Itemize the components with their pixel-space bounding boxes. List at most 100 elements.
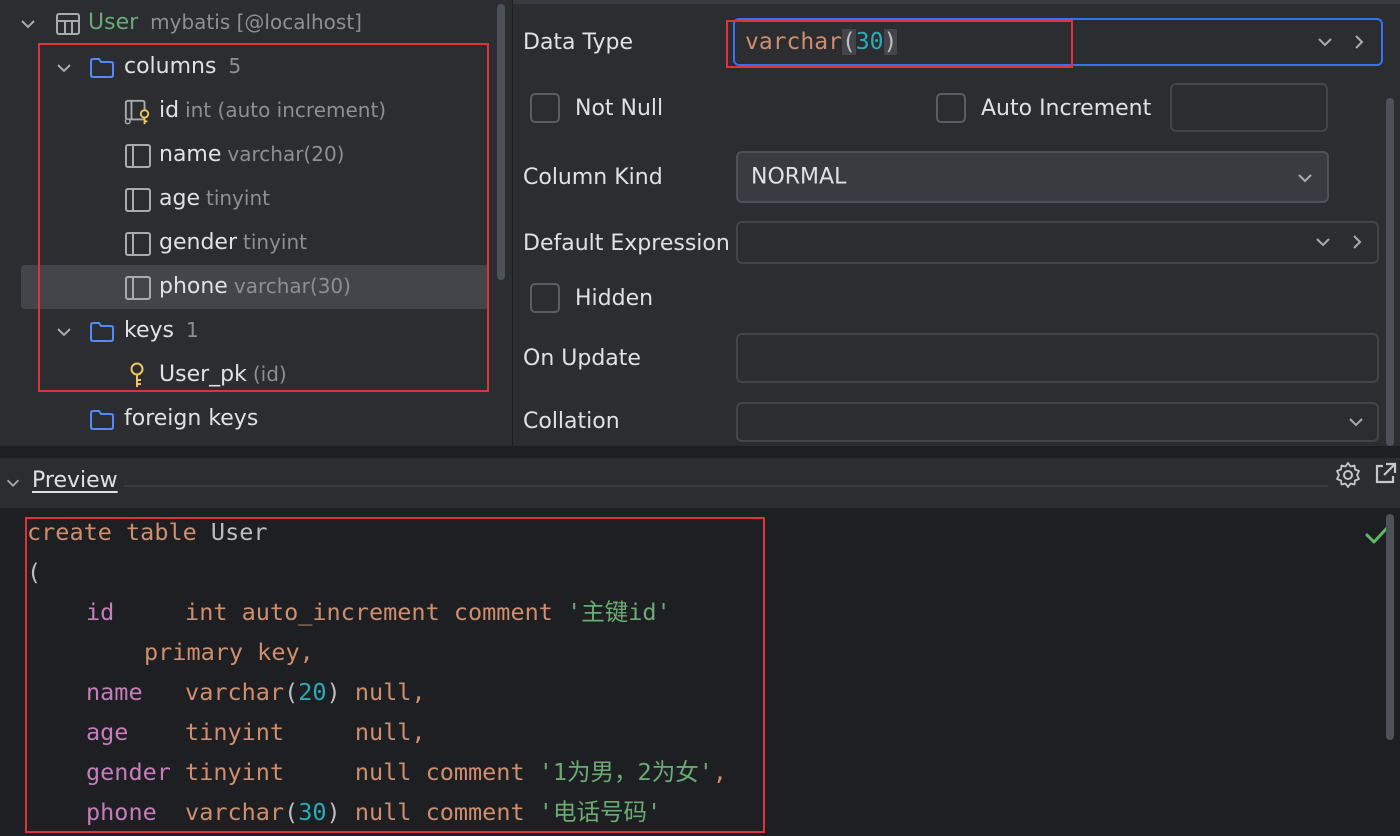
chevron-right-icon[interactable] (1347, 232, 1367, 252)
keys-count: 1 (185, 318, 199, 342)
column-kind-value: NORMAL (751, 164, 847, 190)
tree-node-column-phone[interactable]: phone varchar(30) (21, 265, 489, 309)
column-icon (125, 232, 151, 256)
column-type: varchar(30) (233, 274, 351, 298)
tree-node-foreign-keys[interactable]: foreign keys (0, 398, 490, 442)
preview-divider (124, 485, 1328, 487)
tree-node-table-user[interactable]: User mybatis [@localhost] (0, 2, 490, 46)
tree-node-key-user-pk[interactable]: User_pk (id) (0, 354, 490, 398)
data-type-value: varchar(30) (745, 29, 898, 55)
code-line-7: gender tinyint null comment '1为男，2为女', (86, 752, 727, 792)
code-token: ( (284, 678, 299, 706)
code-token: create table (27, 518, 197, 546)
code-token: varchar (185, 678, 285, 706)
not-null-checkbox[interactable] (530, 93, 560, 123)
tree-node-column-name[interactable]: name varchar(20) (0, 134, 490, 178)
column-label: phone varchar(30) (159, 274, 351, 299)
chevron-down-icon[interactable] (18, 14, 38, 34)
code-token: tinyint null (185, 718, 412, 746)
columns-folder-label: columns 5 (124, 54, 241, 79)
column-name: name (159, 142, 222, 167)
tree-scrollbar[interactable] (497, 4, 505, 280)
column-type: tinyint (243, 230, 307, 254)
column-name: gender (159, 230, 237, 255)
gear-icon[interactable] (1334, 461, 1362, 489)
key-hint: (id) (252, 362, 287, 386)
tree-node-columns[interactable]: columns 5 (0, 46, 490, 90)
auto-increment-checkbox[interactable] (936, 93, 966, 123)
column-kind-label: Column Kind (523, 165, 663, 190)
tree-node-column-age[interactable]: age tinyint (0, 178, 490, 222)
code-token: , (411, 678, 426, 706)
columns-folder-text: columns (124, 54, 217, 79)
chevron-down-icon[interactable] (54, 58, 74, 78)
chevron-down-icon[interactable] (1313, 232, 1333, 252)
chevron-down-icon[interactable] (4, 474, 22, 492)
code-line-3: id int auto_increment comment '主键id' (86, 592, 671, 632)
chevron-down-icon[interactable] (1315, 32, 1335, 52)
code-token: gender (86, 758, 171, 786)
keys-folder-label: keys 1 (124, 318, 199, 343)
key-name: User_pk (159, 362, 247, 387)
column-icon (125, 276, 151, 300)
code-token: , (299, 638, 314, 666)
code-token: User (196, 518, 268, 546)
column-icon (125, 188, 151, 212)
chevron-down-icon[interactable] (1346, 412, 1366, 432)
key-icon (130, 362, 144, 387)
column-type: int (auto increment) (185, 98, 387, 122)
collation-label: Collation (523, 409, 620, 434)
collation-select[interactable] (736, 402, 1379, 442)
preview-header[interactable]: Preview (0, 458, 1400, 508)
code-line-2: ( (27, 552, 41, 592)
default-expression-input[interactable] (736, 221, 1379, 264)
chevron-down-icon[interactable] (1295, 168, 1315, 188)
code-token: id (86, 598, 115, 626)
data-type-length: 30 (855, 29, 884, 55)
code-token: varchar (185, 798, 285, 826)
hidden-checkbox[interactable] (530, 283, 560, 313)
panel-top-divider (513, 0, 1400, 4)
data-type-input[interactable]: varchar(30) (733, 18, 1383, 66)
tree-node-column-id[interactable]: id int (auto increment) (0, 90, 490, 134)
code-line-1: create table User (27, 512, 268, 552)
code-token: ) (326, 678, 341, 706)
column-label: gender tinyint (159, 230, 307, 255)
foreign-keys-label: foreign keys (124, 406, 259, 431)
data-type-paren-open: ( (841, 29, 856, 55)
table-icon (56, 13, 80, 35)
preview-title[interactable]: Preview (32, 468, 118, 493)
on-update-input[interactable] (736, 333, 1379, 383)
auto-increment-start-input[interactable] (1170, 83, 1328, 132)
editor-scrollbar[interactable] (1386, 514, 1394, 740)
columns-count: 5 (228, 54, 242, 78)
folder-icon (90, 410, 114, 430)
auto-increment-label: Auto Increment (981, 96, 1152, 121)
code-token: , (712, 758, 728, 786)
code-line-8: phone varchar(30) null comment '电话号码' (86, 792, 661, 832)
chevron-right-icon[interactable] (1349, 32, 1369, 52)
code-token: ( (284, 798, 299, 826)
schema-tree[interactable]: User mybatis [@localhost] columns 5 id int … (0, 0, 512, 446)
tree-node-column-gender[interactable]: gender tinyint (0, 222, 490, 266)
code-token: '1为男，2为女' (538, 758, 713, 786)
code-token: null comment (340, 798, 525, 826)
column-kind-select[interactable]: NORMAL (736, 151, 1329, 203)
column-properties-panel: Data Type varchar(30) Not Null Auto Incr… (512, 0, 1400, 446)
properties-scrollbar[interactable] (1386, 98, 1394, 446)
code-token: 30 (298, 798, 327, 826)
chevron-down-icon[interactable] (54, 322, 74, 342)
tree-node-keys[interactable]: keys 1 (0, 310, 490, 354)
sql-preview-editor[interactable]: create table User ( id int auto_incremen… (0, 510, 1400, 836)
folder-icon (90, 58, 114, 78)
data-type-word: varchar (745, 29, 842, 55)
column-type: varchar(20) (227, 142, 345, 166)
key-column-icon (124, 99, 150, 125)
open-external-icon[interactable] (1372, 461, 1398, 487)
code-token: age (86, 718, 129, 746)
folder-icon (90, 322, 114, 342)
column-type: tinyint (205, 186, 270, 210)
